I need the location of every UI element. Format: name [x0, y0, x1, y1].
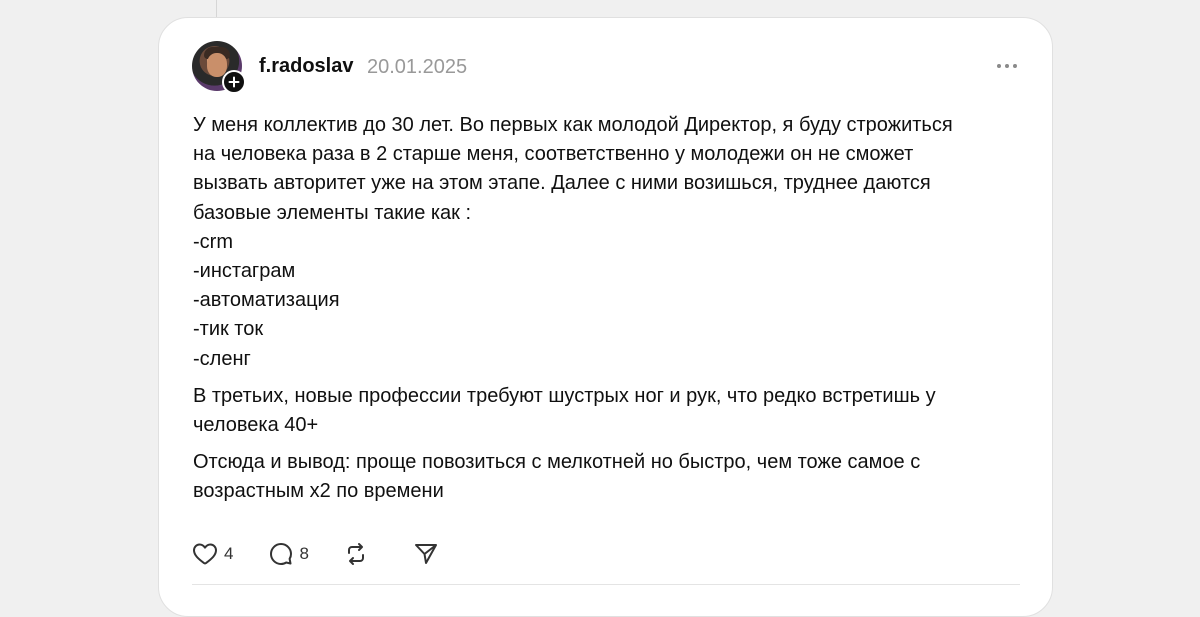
post-paragraph-1: У меня коллектив до 30 лет. Во первых ка… — [193, 111, 1033, 374]
more-options-button[interactable] — [995, 56, 1019, 76]
text-line: возрастным х2 по времени — [193, 480, 444, 503]
follow-button[interactable] — [222, 70, 246, 94]
send-icon — [414, 544, 437, 564]
post-card: f.radoslav 20.01.2025 У меня коллектив д… — [158, 17, 1053, 617]
comment-icon — [270, 543, 293, 565]
repost-button[interactable] — [343, 542, 369, 566]
text-line: базовые элементы такие как : — [193, 201, 472, 224]
text-line: У меня коллектив до 30 лет. Во первых ка… — [193, 114, 953, 136]
list-item: -автоматизация — [193, 289, 340, 312]
list-item: -сленг — [193, 347, 251, 370]
heart-icon — [193, 543, 217, 565]
text-line: вызвать авторитет уже на этом этапе. Дал… — [193, 172, 931, 195]
text-line: на человека раза в 2 старше меня, соотве… — [193, 143, 914, 166]
post-date: 20.01.2025 — [367, 56, 468, 78]
post-paragraph-3: Отсюда и вывод: проще повозиться с мелко… — [193, 448, 1033, 506]
post-paragraph-2: В третьих, новые профессии требуют шустр… — [193, 382, 1033, 440]
plus-icon — [228, 76, 240, 88]
list-item: -тик ток — [193, 318, 264, 341]
divider — [192, 584, 1020, 585]
list-item: -crm — [193, 230, 233, 253]
text-line: В третьих, новые профессии требуют шустр… — [193, 384, 936, 407]
repost-icon — [347, 543, 364, 565]
share-button[interactable] — [413, 542, 439, 566]
list-item: -инстаграм — [193, 260, 296, 283]
post-actions: 4 8 — [192, 540, 439, 568]
like-count: 4 — [224, 544, 234, 563]
post-text: У меня коллектив до 30 лет. Во первых ка… — [193, 111, 1033, 515]
reply-count: 8 — [299, 544, 309, 563]
like-button[interactable]: 4 — [192, 542, 233, 566]
username[interactable]: f.radoslav — [259, 54, 353, 78]
reply-button[interactable]: 8 — [269, 542, 309, 566]
avatar[interactable] — [192, 41, 246, 94]
text-line: Отсюда и вывод: проще повозиться с мелко… — [193, 451, 921, 474]
text-line: человека 40+ — [193, 414, 319, 437]
more-horizontal-icon — [997, 64, 1017, 68]
